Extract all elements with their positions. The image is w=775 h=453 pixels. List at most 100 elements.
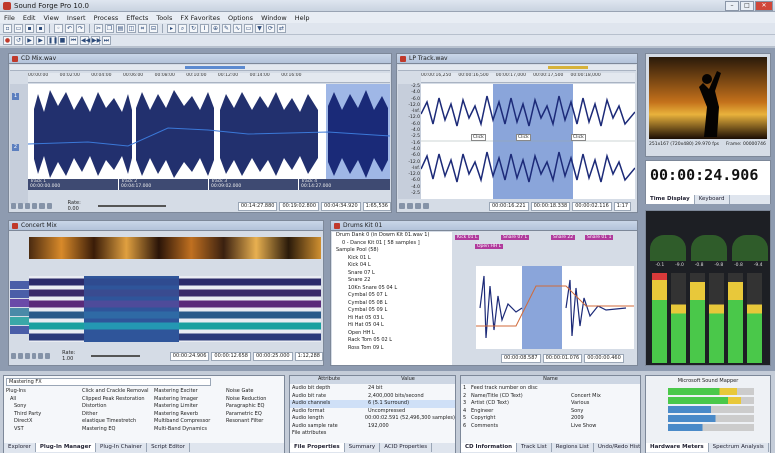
cd-info-header[interactable]: Name bbox=[461, 376, 640, 384]
tree-item[interactable]: Sony bbox=[6, 403, 46, 411]
channel-2-button[interactable]: 2 bbox=[12, 144, 19, 151]
tab-plugin-chainer[interactable]: Plug-In Chainer bbox=[96, 443, 148, 452]
selection-length[interactable]: 00:00:02.116 bbox=[572, 201, 612, 211]
play-icon[interactable] bbox=[18, 203, 24, 209]
track-region[interactable]: Track 3 00:09:02.000 bbox=[208, 179, 298, 190]
zoom-ratio[interactable]: 1:12,288 bbox=[294, 351, 323, 361]
play-icon[interactable] bbox=[17, 353, 23, 359]
pause-icon[interactable]: ❚❚ bbox=[47, 36, 58, 45]
tree-item[interactable]: Cymbal 05 07 L bbox=[332, 292, 452, 300]
tree-item[interactable]: Sample Pool (58) bbox=[332, 247, 452, 255]
tab-undo-redo-history[interactable]: Undo/Redo History bbox=[594, 443, 640, 452]
menu-options[interactable]: Options bbox=[228, 14, 253, 22]
tab-file-properties[interactable]: File Properties bbox=[290, 443, 345, 452]
crop-icon[interactable]: ⌗ bbox=[138, 24, 147, 33]
tab-summary[interactable]: Summary bbox=[345, 443, 381, 452]
video-thumbnail-strip[interactable] bbox=[29, 237, 321, 259]
plugin-item[interactable]: Distortion bbox=[82, 403, 152, 411]
plugin-item[interactable]: Mastering Imager bbox=[154, 396, 222, 404]
render-icon[interactable]: ◦ bbox=[54, 24, 63, 33]
selection-length[interactable]: 00:04:34.920 bbox=[321, 201, 361, 211]
tree-item[interactable]: DirectX bbox=[6, 418, 46, 426]
tab-script-editor[interactable]: Script Editor bbox=[147, 443, 191, 452]
selection-start[interactable]: 00:14:27.880 bbox=[237, 201, 278, 211]
rate-slider[interactable] bbox=[91, 355, 140, 357]
plugin-item[interactable]: Multi-Band Dynamics bbox=[154, 426, 222, 434]
zoom-ratio[interactable]: 1:65,536 bbox=[362, 201, 391, 211]
record-icon[interactable]: ● bbox=[3, 36, 12, 45]
cursor-position[interactable]: 00:00:24.906 bbox=[169, 351, 210, 361]
table-row[interactable]: 5 Copyright 2009 bbox=[461, 415, 640, 423]
region-tag[interactable]: Snare 07 L bbox=[501, 235, 530, 240]
concert-mix-titlebar[interactable]: Concert Mix bbox=[9, 221, 323, 231]
menu-edit[interactable]: Edit bbox=[23, 14, 36, 22]
channel-button[interactable] bbox=[10, 281, 29, 289]
tree-item[interactable]: Snare 22 bbox=[332, 277, 452, 285]
plugin-item[interactable]: Dither bbox=[82, 411, 152, 419]
plugin-item[interactable]: Mastering Reverb bbox=[154, 411, 222, 419]
tab-cd-information[interactable]: CD Information bbox=[461, 443, 518, 452]
go-to-end-icon[interactable]: ⏭ bbox=[102, 36, 111, 45]
tree-item[interactable]: All bbox=[6, 396, 46, 404]
selection-start[interactable]: 00:00:16.221 bbox=[489, 201, 529, 211]
plugin-category-select[interactable]: Mastering FX bbox=[6, 378, 211, 386]
trim-icon[interactable]: ⊟ bbox=[149, 24, 158, 33]
region-tag[interactable]: Kick 01 L bbox=[455, 235, 480, 240]
table-row[interactable]: Audio format Uncompressed bbox=[290, 408, 455, 416]
plugin-item[interactable]: Multiband Compressor bbox=[154, 418, 222, 426]
mix-icon[interactable]: ◫ bbox=[127, 24, 136, 33]
tree-item[interactable]: VST bbox=[6, 426, 46, 434]
next-icon[interactable] bbox=[423, 203, 429, 209]
tab-regions-list[interactable]: Regions List bbox=[552, 443, 594, 452]
cut-icon[interactable]: ✂ bbox=[94, 24, 103, 33]
tree-item[interactable]: Snare 07 L bbox=[332, 270, 452, 278]
prev-icon[interactable] bbox=[38, 353, 44, 359]
redo-icon[interactable]: ↷ bbox=[76, 24, 85, 33]
stop-icon[interactable] bbox=[407, 203, 413, 209]
plugin-item[interactable]: Noise Reduction bbox=[226, 396, 284, 404]
track-region[interactable]: Track 1 00:00:00.000 bbox=[28, 179, 118, 190]
new-icon[interactable]: ▫ bbox=[3, 24, 12, 33]
tree-item[interactable]: Ross Tom 09 L bbox=[332, 345, 452, 353]
click-marker[interactable]: Click bbox=[471, 134, 486, 141]
menu-tools[interactable]: Tools bbox=[156, 14, 172, 22]
next-icon[interactable] bbox=[45, 353, 51, 359]
tree-item[interactable]: Cymbal 05 09 L bbox=[332, 307, 452, 315]
pause-icon[interactable] bbox=[25, 203, 31, 209]
selection-length[interactable]: 00:00:25.000 bbox=[252, 351, 293, 361]
plugin-item[interactable]: Mastering Exciter bbox=[154, 388, 222, 396]
tree-item[interactable]: Hi Hat 05 04 L bbox=[332, 322, 452, 330]
stop-icon[interactable] bbox=[31, 353, 37, 359]
time-ruler[interactable]: 00:00:16,250 00:00:16,500 00:00:17,000 0… bbox=[421, 73, 635, 83]
menu-window[interactable]: Window bbox=[261, 14, 287, 22]
selection-start[interactable]: 00:00:01.076 bbox=[542, 353, 583, 363]
selection-end[interactable]: 00:19:02.800 bbox=[279, 201, 320, 211]
table-row[interactable]: Audio length 00:00:02.591 (52,496,300 sam… bbox=[290, 415, 455, 423]
click-marker[interactable]: Click bbox=[516, 134, 531, 141]
menu-file[interactable]: File bbox=[4, 14, 15, 22]
tab-spectrum-analysis[interactable]: Spectrum Analysis bbox=[709, 443, 769, 452]
copy-icon[interactable]: ❐ bbox=[105, 24, 114, 33]
table-row[interactable]: Audio bit depth 24 bit bbox=[290, 385, 455, 393]
zoom-ratio[interactable]: 1:17 bbox=[613, 201, 632, 211]
region-tag[interactable]: Open HH L bbox=[475, 244, 504, 249]
overview-bar[interactable] bbox=[10, 65, 390, 71]
menu-effects[interactable]: Effects bbox=[126, 14, 148, 22]
forward-icon[interactable]: ▶▶ bbox=[91, 36, 101, 45]
lp-waveform[interactable]: Click Click Click bbox=[421, 84, 635, 199]
tree-item[interactable]: Kick 04 L bbox=[332, 262, 452, 270]
record-icon[interactable] bbox=[11, 353, 16, 359]
selection-end[interactable]: 00:00:18.338 bbox=[530, 201, 571, 211]
play-clipboard-icon[interactable]: ▸ bbox=[167, 24, 176, 33]
magnify-tool-icon[interactable]: ⊕ bbox=[211, 24, 220, 33]
table-row[interactable]: Audio sample rate 192,000 bbox=[290, 423, 455, 431]
play-all-icon[interactable]: ▶ bbox=[25, 36, 34, 45]
tab-hardware-meters[interactable]: Hardware Meters bbox=[646, 443, 709, 452]
selection-length[interactable]: 00:00:00.460 bbox=[584, 353, 624, 363]
maximize-button[interactable]: □ bbox=[740, 1, 754, 11]
marker-icon[interactable]: ▼ bbox=[255, 24, 264, 33]
channel-1-button[interactable]: 1 bbox=[12, 93, 19, 100]
track-region[interactable]: Track 4 00:14:27.000 bbox=[298, 179, 390, 190]
paste-icon[interactable]: ▤ bbox=[116, 24, 125, 33]
tree-item[interactable]: Open HH L bbox=[332, 330, 452, 338]
